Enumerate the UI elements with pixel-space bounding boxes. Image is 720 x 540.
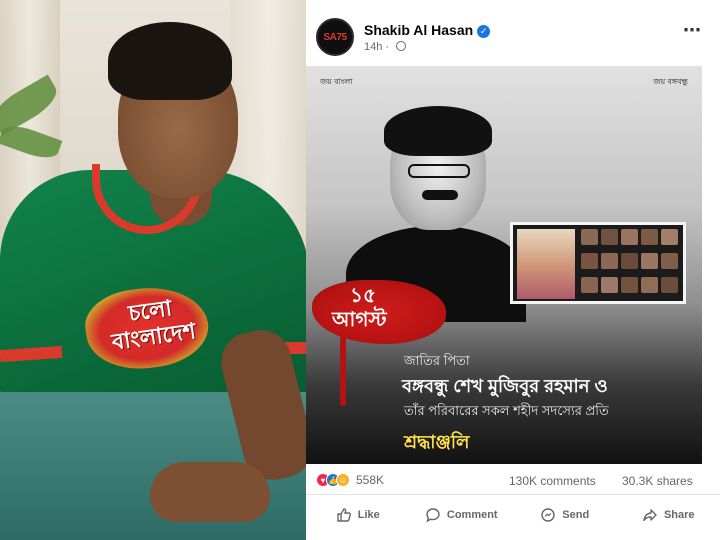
messenger-icon [541, 507, 555, 522]
family-photo-thumb [601, 277, 618, 293]
poster-slogan-left: জয় বাংলা [320, 77, 353, 86]
post-header: SA75 Shakib Al Hasan ✓ 14h · ⋯ [306, 0, 720, 66]
family-photo-thumb [661, 253, 678, 269]
family-photo-thumb [641, 253, 658, 269]
thumbs-up-icon [337, 507, 351, 522]
family-photo-thumb [661, 229, 678, 245]
family-photo-thumb [581, 253, 598, 269]
author-avatar[interactable]: SA75 [316, 18, 354, 56]
facebook-post: SA75 Shakib Al Hasan ✓ 14h · ⋯ জয় বাংলা … [306, 0, 720, 540]
family-photo-thumb [621, 229, 638, 245]
post-image[interactable]: জয় বাংলা জয় বঙ্গবন্ধু ১৫ আগস্ট জাতির প… [306, 66, 702, 464]
profile-photo: চলো বাংলাদেশ [0, 0, 310, 540]
family-photo-thumb [601, 253, 618, 269]
person-hands [150, 462, 270, 522]
globe-icon [396, 41, 407, 51]
share-count[interactable]: 30.3K shares [622, 474, 693, 488]
share-label: Share [663, 508, 695, 521]
family-photo-thumb [581, 277, 598, 293]
poster-date-day: ১৫ [350, 285, 376, 307]
comment-count[interactable]: 130K comments [509, 474, 596, 488]
family-photo-thumb [601, 229, 618, 245]
verified-badge-icon: ✓ [477, 25, 491, 38]
post-timestamp[interactable]: 14h [364, 41, 382, 53]
haha-reaction-icon: ☺ [336, 473, 350, 487]
author-name[interactable]: Shakib Al Hasan [364, 22, 473, 38]
like-label: Like [357, 508, 380, 521]
family-photo-thumb [621, 253, 638, 269]
poster-line-title: জাতির পিতা [404, 353, 470, 368]
comment-icon [426, 507, 440, 522]
poster-date-month: আগস্ট [332, 309, 387, 331]
family-photo-thumb [661, 277, 678, 293]
portrait-glasses [408, 164, 470, 178]
comment-button[interactable]: Comment [410, 507, 514, 523]
family-photo-grid [510, 222, 686, 304]
post-stats: ♥ 👍 ☺ 558K 130K comments 30.3K shares [306, 468, 720, 494]
post-action-bar: Like Comment Send Share [306, 494, 720, 534]
send-button[interactable]: Send [513, 507, 617, 523]
poster-slogan-right: জয় বঙ্গবন্ধু [653, 77, 688, 86]
family-photo-large [517, 229, 575, 299]
share-arrow-icon [643, 508, 657, 521]
family-photo-thumb [621, 277, 638, 293]
like-button[interactable]: Like [306, 507, 410, 523]
more-options-icon[interactable]: ⋯ [683, 20, 702, 41]
family-photo-thumb [581, 229, 598, 245]
portrait-hair [384, 106, 492, 156]
family-photo-thumb [641, 277, 658, 293]
share-button[interactable]: Share [617, 507, 720, 523]
comment-label: Comment [446, 508, 498, 521]
poster-line-family: তাঁর পরিবারের সকল শহীদ সদস্যের প্রতি [404, 403, 609, 418]
person-hair [108, 22, 232, 100]
poster-line-tribute: শ্রদ্ধাঞ্জলি [404, 432, 470, 452]
reaction-count[interactable]: 558K [356, 473, 384, 487]
family-photo-thumb [641, 229, 658, 245]
send-label: Send [562, 508, 590, 521]
blood-drip [340, 336, 346, 406]
poster-line-name: বঙ্গবন্ধু শেখ মুজিবুর রহমান ও [402, 376, 608, 396]
reaction-summary[interactable]: ♥ 👍 ☺ 558K [316, 473, 384, 487]
portrait-mustache [422, 190, 458, 200]
post-meta: 14h · [364, 41, 407, 53]
author-name-row: Shakib Al Hasan ✓ [364, 22, 491, 38]
poster-date: ১৫ আগস্ট [332, 284, 387, 332]
